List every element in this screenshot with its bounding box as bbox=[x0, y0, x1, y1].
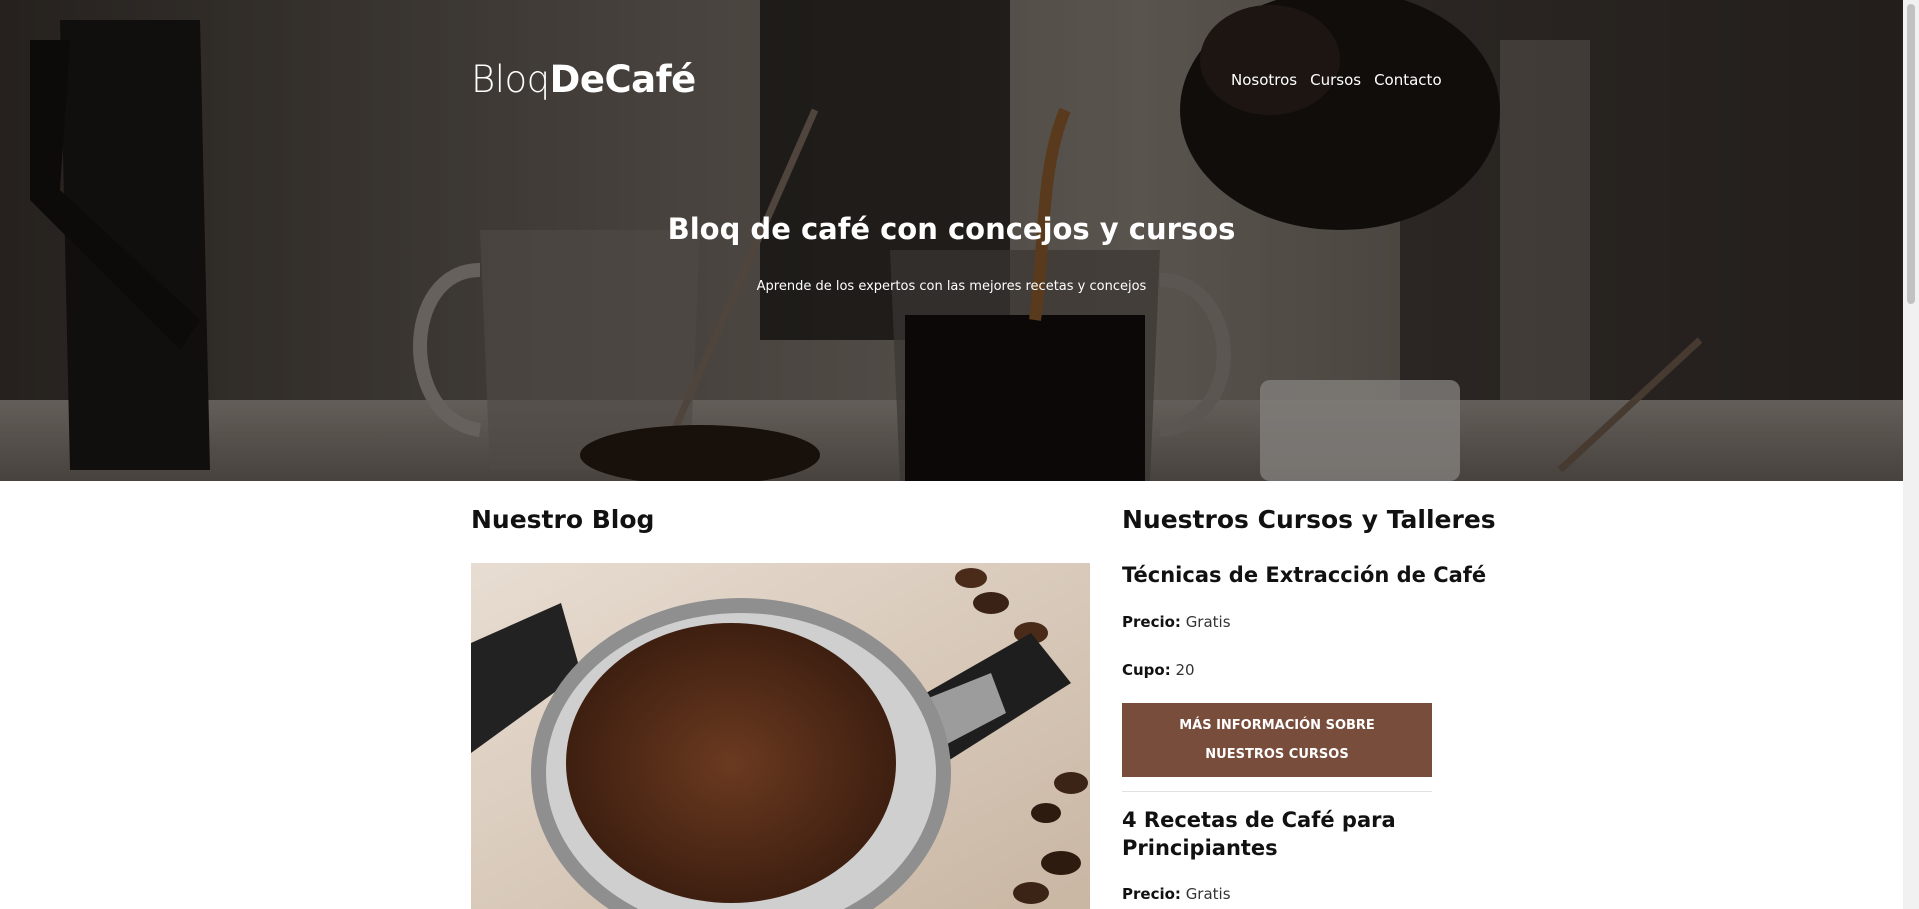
price-value: Gratis bbox=[1185, 613, 1231, 631]
hero-header: BloqDeCafé Nosotros Cursos Contacto Bloq… bbox=[0, 0, 1903, 481]
price-label: Precio: bbox=[1122, 613, 1181, 631]
nav-link-contacto[interactable]: Contacto bbox=[1374, 71, 1442, 89]
logo-text-light: Bloq bbox=[471, 58, 550, 101]
main-content: Nuestro Blog Nuestros Cursos y Talleres … bbox=[0, 481, 1903, 909]
scrollbar-thumb[interactable] bbox=[1907, 4, 1915, 304]
courses-section-title: Nuestros Cursos y Talleres bbox=[1122, 505, 1496, 534]
blog-post-image[interactable] bbox=[471, 563, 1090, 909]
course-title: 4 Recetas de Café para Principiantes bbox=[1122, 808, 1396, 860]
coffee-portafilter-image bbox=[471, 563, 1090, 909]
vertical-scrollbar[interactable] bbox=[1903, 0, 1919, 909]
main-navigation: Nosotros Cursos Contacto bbox=[1231, 71, 1442, 89]
site-logo[interactable]: BloqDeCafé bbox=[471, 58, 696, 101]
logo-text-bold: DeCafé bbox=[549, 58, 697, 101]
nav-link-nosotros[interactable]: Nosotros bbox=[1231, 71, 1297, 89]
course-title: Técnicas de Extracción de Café bbox=[1122, 563, 1487, 587]
seats-value: 20 bbox=[1175, 661, 1195, 679]
price-value: Gratis bbox=[1185, 885, 1231, 903]
course-divider bbox=[1122, 791, 1432, 792]
nav-link-cursos[interactable]: Cursos bbox=[1310, 71, 1361, 89]
course-price: Precio: Gratis bbox=[1122, 885, 1231, 903]
blog-section-title: Nuestro Blog bbox=[471, 505, 655, 534]
course-more-info-button[interactable]: Más información sobre nuestros cursos bbox=[1122, 703, 1432, 777]
hero-subtitle: Aprende de los expertos con las mejores … bbox=[756, 279, 1147, 294]
seats-label: Cupo: bbox=[1122, 661, 1171, 679]
price-label: Precio: bbox=[1122, 885, 1181, 903]
course-price: Precio: Gratis bbox=[1122, 613, 1231, 631]
hero-title: Bloq de café con concejos y cursos bbox=[667, 212, 1236, 246]
course-seats: Cupo: 20 bbox=[1122, 661, 1195, 679]
